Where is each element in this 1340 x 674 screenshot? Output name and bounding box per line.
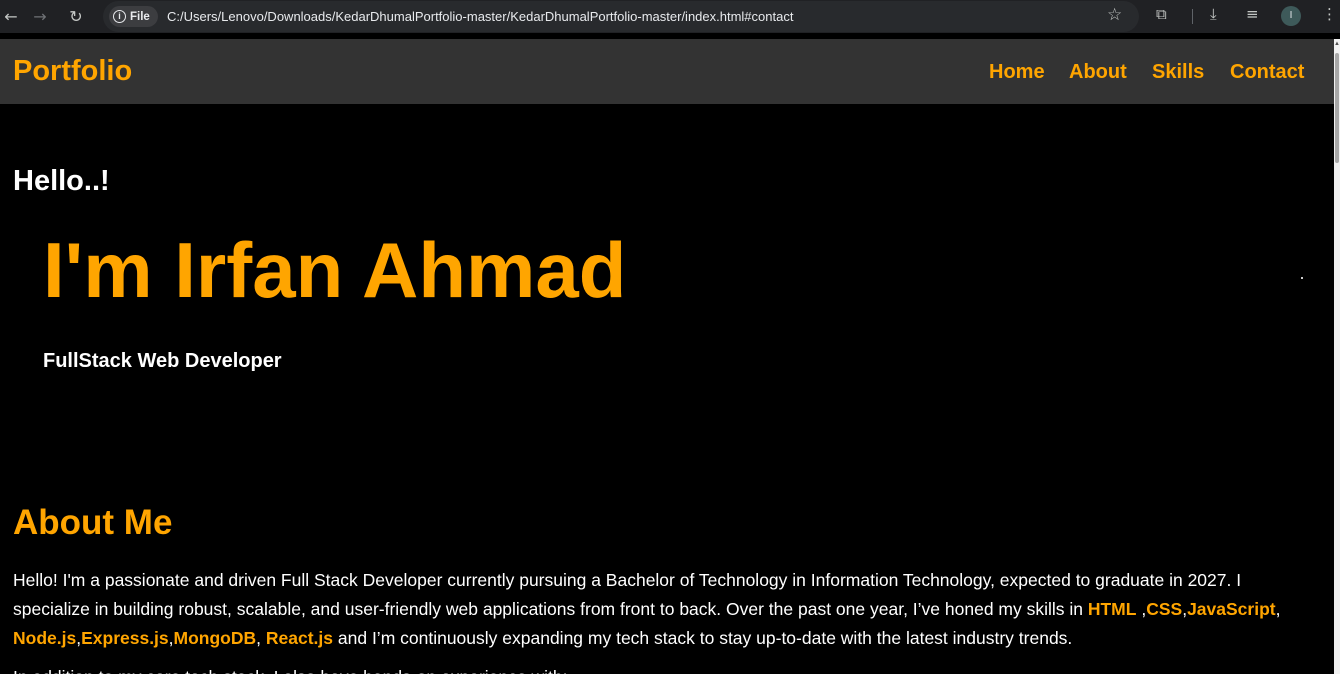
skill-nodejs: Node.js <box>13 628 77 648</box>
url-text[interactable]: C:/Users/Lenovo/Downloads/KedarDhumalPor… <box>167 9 793 24</box>
hero-greeting: Hello..! <box>13 165 110 197</box>
profile-avatar[interactable]: I <box>1281 6 1301 26</box>
skill-mongodb: MongoDB <box>173 628 257 648</box>
forward-arrow-icon[interactable]: → <box>29 5 51 27</box>
about-text-start: Hello! I'm a passionate and driven Full … <box>13 570 1242 619</box>
site-info-chip[interactable]: i File <box>109 6 158 27</box>
download-icon[interactable]: ⤓ <box>1210 5 1217 23</box>
browser-toolbar: ← → ↻ i File C:/Users/Lenovo/Downloads/K… <box>0 0 1340 33</box>
reload-icon[interactable]: ↻ <box>65 5 87 27</box>
scrollbar-thumb[interactable] <box>1335 53 1339 163</box>
skill-expressjs: Express.js <box>81 628 169 648</box>
toolbar-divider <box>1192 9 1193 24</box>
hero-role: FullStack Web Developer <box>43 350 282 372</box>
about-text-end: and I’m continuously expanding my tech s… <box>333 628 1073 648</box>
address-bar[interactable]: i File C:/Users/Lenovo/Downloads/KedarDh… <box>103 1 1139 32</box>
site-header: Portfolio Home About Skills Contact <box>0 39 1334 104</box>
page-viewport: Portfolio Home About Skills Contact Hell… <box>0 39 1334 674</box>
about-paragraph-2: In addition to my core tech stack, I als… <box>13 663 567 674</box>
decorative-dot <box>1301 277 1303 279</box>
extensions-puzzle-icon[interactable]: ⧉ <box>1156 5 1167 23</box>
skill-reactjs: React.js <box>265 628 334 648</box>
bookmark-star-icon[interactable]: ☆ <box>1107 5 1122 25</box>
kebab-menu-icon[interactable]: ⋮ <box>1322 5 1337 23</box>
brand-logo[interactable]: Portfolio <box>13 55 132 88</box>
scroll-up-arrow-icon[interactable]: ▲ <box>1334 41 1340 49</box>
site-info-label: File <box>130 10 150 23</box>
back-arrow-icon[interactable]: ← <box>0 5 22 27</box>
skill-separator: , <box>256 628 266 648</box>
about-paragraph: Hello! I'm a passionate and driven Full … <box>13 566 1313 653</box>
nav-about-link[interactable]: About <box>1069 61 1127 84</box>
about-heading: About Me <box>13 503 173 542</box>
hero-name: I'm Irfan Ahmad <box>43 226 627 314</box>
skill-css: CSS <box>1146 599 1183 619</box>
nav-skills-link[interactable]: Skills <box>1152 61 1204 84</box>
nav-home-link[interactable]: Home <box>989 61 1045 84</box>
media-control-icon[interactable]: ≡ <box>1246 5 1259 23</box>
skill-javascript: JavaScript <box>1187 599 1276 619</box>
info-icon: i <box>113 10 126 23</box>
skill-html: HTML <box>1087 599 1137 619</box>
page-scrollbar[interactable]: ▲ <box>1334 39 1340 674</box>
nav-contact-link[interactable]: Contact <box>1230 61 1304 84</box>
skill-separator: , <box>1275 599 1281 619</box>
skill-separator: , <box>1136 599 1147 619</box>
